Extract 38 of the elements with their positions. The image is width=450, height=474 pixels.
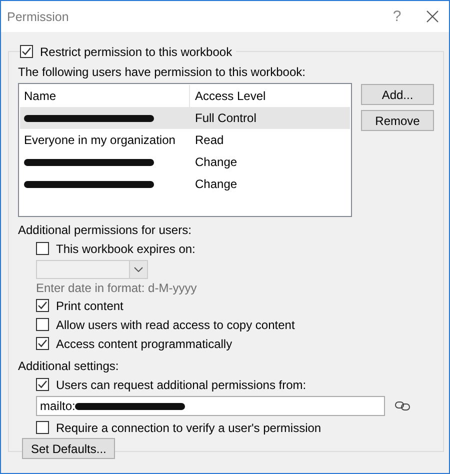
user-row[interactable]: Change: [20, 173, 350, 195]
checkbox[interactable]: [36, 337, 49, 350]
user-row[interactable]: Change: [20, 151, 350, 173]
chevron-down-icon: [134, 267, 143, 272]
link-icon[interactable]: [395, 401, 411, 411]
checkbox[interactable]: [36, 378, 49, 391]
column-header[interactable]: Access Level: [190, 89, 266, 103]
checkbox[interactable]: [36, 318, 49, 331]
add-button[interactable]: Add...: [361, 84, 434, 105]
access-level: Change: [194, 177, 238, 191]
access-level: Full Control: [194, 111, 256, 125]
checkbox-label: Print content: [56, 298, 124, 312]
checkbox-label: Restrict permission to this workbook: [40, 44, 232, 58]
date-format-hint: Enter date in format: d-M-yyyy: [36, 280, 198, 296]
checkbox[interactable]: [36, 299, 49, 312]
window-title: Permission: [7, 10, 70, 24]
email-field[interactable]: mailto:: [36, 396, 385, 416]
checkbox-label: Users can request additional permissions from:: [56, 378, 306, 392]
checkbox[interactable]: [36, 242, 49, 255]
email-value: mailto:: [40, 399, 76, 413]
users-label: The following users have permission to this workbook:: [18, 64, 306, 81]
user-row[interactable]: Full Control: [20, 107, 350, 129]
checkbox[interactable]: [36, 421, 49, 434]
section-heading: Additional permissions for users:: [18, 222, 192, 239]
checkbox-label: Access content programmatically: [56, 336, 232, 350]
checkbox[interactable]: [20, 45, 33, 58]
remove-button[interactable]: Remove: [361, 110, 434, 131]
set-defaults-button[interactable]: Set Defaults...: [22, 438, 116, 459]
section-heading: Additional settings:: [18, 358, 120, 375]
checkbox-label: Require a connection to verify a user's permission: [56, 420, 322, 434]
user-name: Everyone in my organization: [23, 133, 176, 147]
help-button[interactable]: ?: [382, 8, 412, 25]
checkbox-label: Allow users with read access to copy content: [56, 318, 295, 332]
access-level: Change: [194, 155, 238, 169]
checkbox-label: This workbook expires on:: [56, 242, 196, 256]
access-level: Read: [194, 133, 224, 147]
close-icon[interactable]: [426, 10, 439, 23]
user-row[interactable]: Everyone in my organization Read: [20, 129, 350, 151]
